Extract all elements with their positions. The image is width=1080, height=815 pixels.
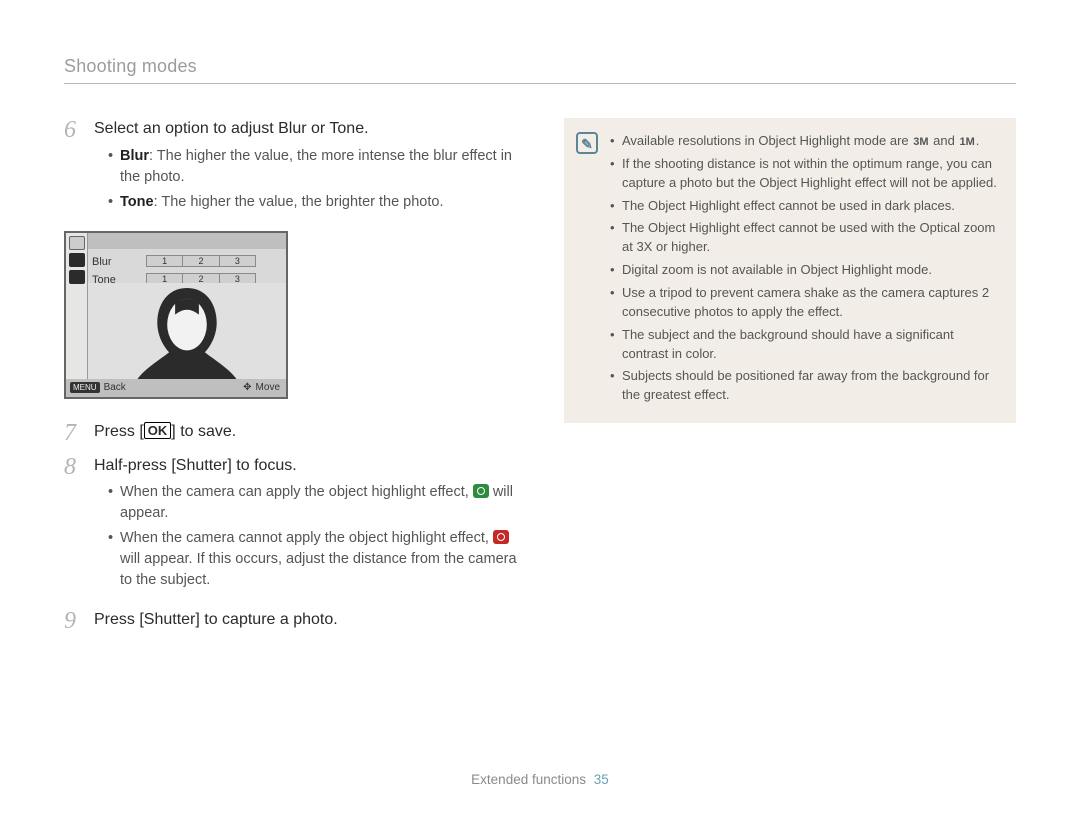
step-9: 9 Press [Shutter] to capture a photo. xyxy=(64,609,524,633)
step-body: Half-press [Shutter] to focus. When the … xyxy=(94,455,524,596)
list-item: Available resolutions in Object Highligh… xyxy=(610,132,998,151)
step-text: Press [Shutter] to capture a photo. xyxy=(94,609,524,631)
move-label: Move xyxy=(256,382,280,393)
right-column: ✎ Available resolutions in Object Highli… xyxy=(564,118,1016,639)
step8-bullets: When the camera can apply the object hig… xyxy=(94,482,524,591)
list-item: If the shooting distance is not within t… xyxy=(610,155,998,193)
left-column: 6 Select an option to adjust Blur or Ton… xyxy=(64,118,524,639)
gauge-seg: 1 xyxy=(147,256,183,266)
bullet-term: Tone xyxy=(120,194,154,210)
lcd-label-blur: Blur xyxy=(92,253,116,271)
bullet-text: When the camera can apply the object hig… xyxy=(120,484,473,500)
step-number: 8 xyxy=(64,455,84,596)
resolution-1m-icon: 1M xyxy=(958,135,975,151)
page-footer: Extended functions 35 xyxy=(0,772,1080,787)
text-post: ] to save. xyxy=(171,423,236,440)
step-6: 6 Select an option to adjust Blur or Ton… xyxy=(64,118,524,217)
bullet-rest: : The higher the value, the more intense… xyxy=(120,148,512,185)
blur-icon xyxy=(69,253,85,267)
step-text: Press [OK] to save. xyxy=(94,421,524,443)
list-item: When the camera cannot apply the object … xyxy=(108,528,524,591)
highlight-fail-icon xyxy=(493,530,509,544)
bullet-rest: : The higher the value, the brighter the… xyxy=(154,194,444,210)
list-item: The Object Highlight effect cannot be us… xyxy=(610,219,998,257)
two-column-layout: 6 Select an option to adjust Blur or Ton… xyxy=(64,118,1016,639)
page-title: Shooting modes xyxy=(64,56,1016,77)
lcd-left-strip xyxy=(66,233,88,379)
ok-button-glyph: OK xyxy=(144,422,172,439)
step-7: 7 Press [OK] to save. xyxy=(64,421,524,445)
list-item: Digital zoom is not available in Object … xyxy=(610,261,998,280)
step-8: 8 Half-press [Shutter] to focus. When th… xyxy=(64,455,524,596)
dpad-icon: ✥ xyxy=(243,382,251,393)
list-item: The subject and the background should ha… xyxy=(610,326,998,364)
info-text: . xyxy=(976,133,980,148)
info-list: Available resolutions in Object Highligh… xyxy=(610,132,998,405)
section-header: Shooting modes xyxy=(64,56,1016,84)
resolution-3m-icon: 3M xyxy=(912,135,929,151)
step-body: Press [Shutter] to capture a photo. xyxy=(94,609,524,633)
list-item: Use a tripod to prevent camera shake as … xyxy=(610,284,998,322)
step-text: Select an option to adjust Blur or Tone. xyxy=(94,118,524,140)
bullet-term: Blur xyxy=(120,148,149,164)
menu-chip: MENU xyxy=(70,382,100,393)
info-text: and xyxy=(930,133,959,148)
lcd-top-band xyxy=(66,233,286,249)
step-number: 6 xyxy=(64,118,84,217)
list-item: The Object Highlight effect cannot be us… xyxy=(610,197,998,216)
info-text: Available resolutions in Object Highligh… xyxy=(622,133,912,148)
camera-lcd-illustration: Blur Tone Blur 1 2 3 1 2 3 xyxy=(64,231,288,399)
portrait-silhouette xyxy=(88,283,286,382)
step-number: 7 xyxy=(64,421,84,445)
step-body: Press [OK] to save. xyxy=(94,421,524,445)
back-label: Back xyxy=(104,382,126,393)
blur-gauge: 1 2 3 xyxy=(146,255,256,267)
gauge-seg: 2 xyxy=(183,256,219,266)
gauge-seg: 3 xyxy=(220,256,255,266)
step6-bullets: Blur: The higher the value, the more int… xyxy=(94,146,524,213)
info-note-box: ✎ Available resolutions in Object Highli… xyxy=(564,118,1016,423)
step-body: Select an option to adjust Blur or Tone.… xyxy=(94,118,524,217)
tone-icon xyxy=(69,270,85,284)
step-number: 9 xyxy=(64,609,84,633)
page-number: 35 xyxy=(594,772,609,787)
list-item: When the camera can apply the object hig… xyxy=(108,482,524,524)
header-rule xyxy=(64,83,1016,84)
note-icon: ✎ xyxy=(576,132,598,154)
step-text: Half-press [Shutter] to focus. xyxy=(94,455,524,477)
list-item: Blur: The higher the value, the more int… xyxy=(108,146,524,188)
lcd-bottom-bar: MENU Back ✥ Move xyxy=(66,379,286,397)
footer-section: Extended functions xyxy=(471,772,586,787)
manual-page: Shooting modes 6 Select an option to adj… xyxy=(0,0,1080,815)
text-pre: Press [ xyxy=(94,423,144,440)
mode-icon xyxy=(69,236,85,250)
bullet-text: will appear. If this occurs, adjust the … xyxy=(120,551,517,588)
highlight-ok-icon xyxy=(473,484,489,498)
list-item: Tone: The higher the value, the brighter… xyxy=(108,192,524,213)
bullet-text: When the camera cannot apply the object … xyxy=(120,530,493,546)
list-item: Subjects should be positioned far away f… xyxy=(610,367,998,405)
